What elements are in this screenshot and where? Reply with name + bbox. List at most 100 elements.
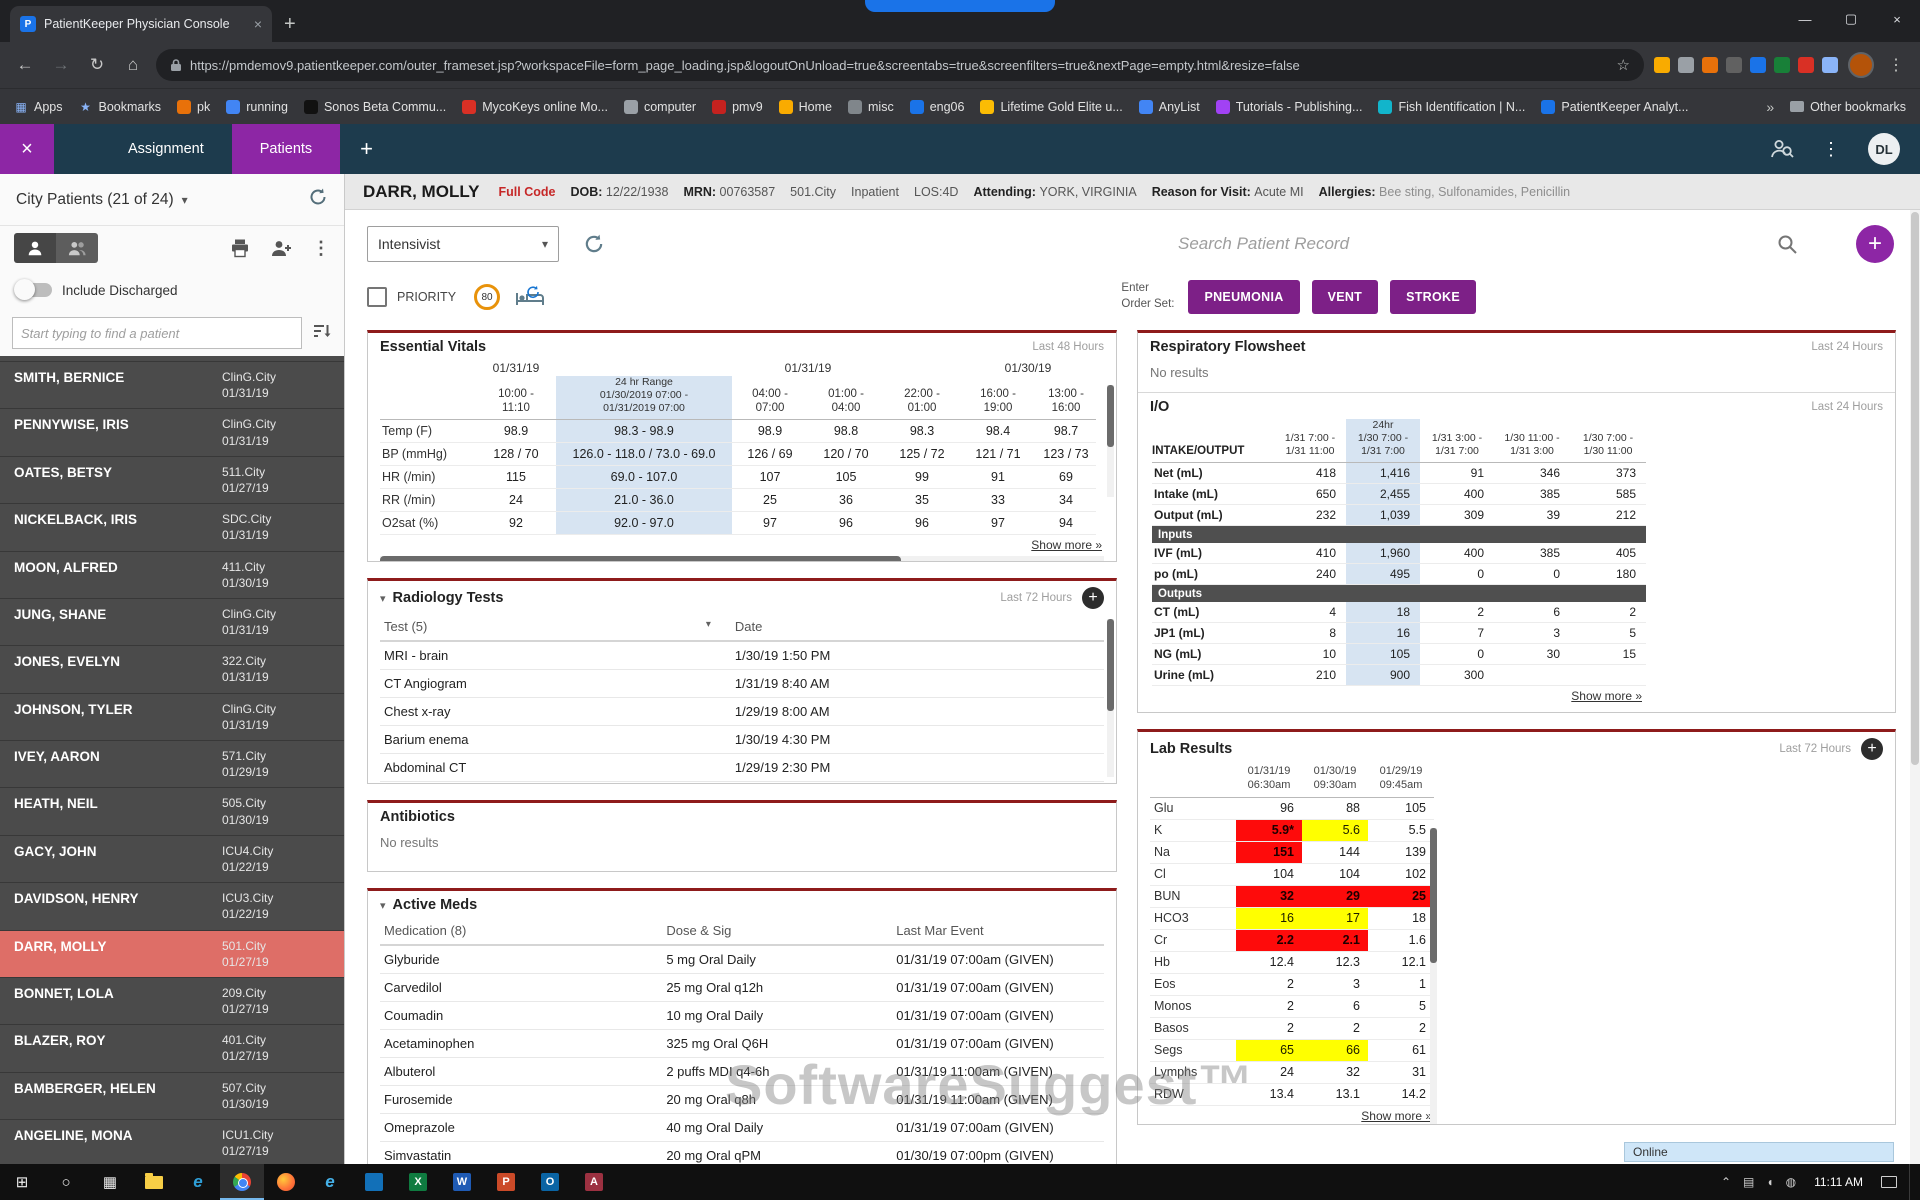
extension-icon-1[interactable] xyxy=(1654,57,1670,73)
radiology-row[interactable]: Chest x-ray1/29/19 8:00 AM xyxy=(380,698,1104,726)
bookmark-item[interactable]: misc xyxy=(848,100,894,114)
tab-patients[interactable]: Patients xyxy=(232,124,340,174)
medication-row[interactable]: Simvastatin20 mg Oral qPM01/30/19 07:00p… xyxy=(380,1142,1104,1165)
onedrive-icon[interactable]: ◍ xyxy=(1786,1175,1796,1189)
patient-list-item[interactable]: NICKELBACK, IRISSDC.City01/31/19 xyxy=(0,504,344,551)
chrome-button[interactable] xyxy=(220,1164,264,1200)
word-button[interactable]: W xyxy=(440,1164,484,1200)
collapse-caret-icon[interactable]: ▾ xyxy=(380,899,386,912)
search-button[interactable]: ○ xyxy=(44,1164,88,1200)
back-button-icon[interactable]: ← xyxy=(12,55,38,75)
tray-expand-icon[interactable]: ⌃ xyxy=(1721,1175,1731,1189)
horizontal-scrollbar[interactable] xyxy=(380,556,1104,562)
firefox-button[interactable] xyxy=(264,1164,308,1200)
browser-tab[interactable]: P PatientKeeper Physician Console × xyxy=(10,6,272,42)
bed-status-button[interactable] xyxy=(514,285,546,309)
app-menu-icon[interactable]: ⋮ xyxy=(1822,139,1840,160)
bookmark-star-icon[interactable]: ☆ xyxy=(1617,56,1630,74)
vertical-scrollbar[interactable] xyxy=(1107,619,1114,777)
order-set-button-stroke[interactable]: STROKE xyxy=(1390,280,1476,314)
radiology-row[interactable]: CT Angiogram1/31/19 8:40 AM xyxy=(380,670,1104,698)
refresh-census-button[interactable] xyxy=(308,187,328,212)
patient-search-input[interactable] xyxy=(12,317,302,349)
home-button-icon[interactable]: ⌂ xyxy=(120,55,146,75)
extension-icon-5[interactable] xyxy=(1750,57,1766,73)
medication-row[interactable]: Furosemide20 mg Oral q8h01/31/19 11:00am… xyxy=(380,1086,1104,1114)
radiology-row[interactable]: MRI - brain1/30/19 1:50 PM xyxy=(380,641,1104,670)
patient-list-item[interactable]: OATES, BETSY511.City01/27/19 xyxy=(0,457,344,504)
internet-explorer-button[interactable]: e xyxy=(308,1164,352,1200)
radiology-row[interactable]: Abdominal CT1/29/19 2:30 PM xyxy=(380,754,1104,782)
notification-center-icon[interactable] xyxy=(1881,1176,1897,1188)
column-filter-caret-icon[interactable]: ▾ xyxy=(706,619,711,630)
patient-list-item[interactable]: GACY, JOHNICU4.City01/22/19 xyxy=(0,836,344,883)
chevron-down-icon[interactable]: ▾ xyxy=(182,193,188,207)
scrollbar-thumb[interactable] xyxy=(1107,619,1114,711)
patient-list-item[interactable]: PENNYWISE, IRISClinG.City01/31/19 xyxy=(0,409,344,456)
patient-list-item[interactable]: IVEY, AARON571.City01/29/19 xyxy=(0,741,344,788)
patient-list-item[interactable]: BONNET, LOLA209.City01/27/19 xyxy=(0,978,344,1025)
patient-list-item[interactable]: JUNG, SHANEClinG.City01/31/19 xyxy=(0,599,344,646)
network-icon[interactable]: ▤ xyxy=(1743,1175,1754,1189)
main-vertical-scrollbar[interactable] xyxy=(1910,210,1920,1164)
medication-row[interactable]: Glyburide5 mg Oral Daily01/31/19 07:00am… xyxy=(380,945,1104,974)
new-tab-button[interactable]: + xyxy=(284,13,296,36)
outlook-button[interactable]: O xyxy=(528,1164,572,1200)
bookmark-item[interactable]: MycoKeys online Mo... xyxy=(462,100,608,114)
start-button[interactable]: ⊞ xyxy=(0,1164,44,1200)
patient-record-search-input[interactable] xyxy=(1178,234,1766,254)
medication-row[interactable]: Omeprazole40 mg Oral Daily01/31/19 07:00… xyxy=(380,1114,1104,1142)
app-close-button[interactable]: × xyxy=(0,124,54,174)
include-discharged-toggle[interactable] xyxy=(16,283,52,297)
extension-icon-7[interactable] xyxy=(1798,57,1814,73)
browser-menu-icon[interactable]: ⋮ xyxy=(1884,55,1908,75)
show-more-link[interactable]: Show more » xyxy=(380,535,1104,554)
bookmark-item[interactable]: running xyxy=(226,100,288,114)
show-more-link[interactable]: Show more » xyxy=(1150,1106,1434,1125)
extension-icon-2[interactable] xyxy=(1678,57,1694,73)
bookmark-item[interactable]: Sonos Beta Commu... xyxy=(304,100,446,114)
extension-icon-4[interactable] xyxy=(1726,57,1742,73)
file-explorer-button[interactable] xyxy=(132,1164,176,1200)
radiology-row[interactable]: Barium enema1/30/19 4:30 PM xyxy=(380,726,1104,754)
bookmark-item[interactable]: Home xyxy=(779,100,832,114)
bookmark-item[interactable]: eng06 xyxy=(910,100,965,114)
sidebar-menu-icon[interactable]: ⋮ xyxy=(312,238,330,259)
bookmark-item[interactable]: PatientKeeper Analyt... xyxy=(1541,100,1688,114)
patient-list-item[interactable]: DARR, MOLLY501.City01/27/19 xyxy=(0,931,344,978)
bookmark-item[interactable]: AnyList xyxy=(1139,100,1200,114)
patient-list-item[interactable]: BLAZER, ROY401.City01/27/19 xyxy=(0,1025,344,1072)
extension-icon-3[interactable] xyxy=(1702,57,1718,73)
scrollbar-thumb[interactable] xyxy=(1430,828,1437,963)
bookmark-item[interactable]: ▦Apps xyxy=(14,100,63,114)
order-set-button-vent[interactable]: VENT xyxy=(1312,280,1379,314)
patient-list-item[interactable]: JOHNSON, TYLERClinG.City01/31/19 xyxy=(0,694,344,741)
bookmark-item[interactable]: Fish Identification | N... xyxy=(1378,100,1525,114)
address-bar[interactable]: https://pmdemov9.patientkeeper.com/outer… xyxy=(156,49,1644,81)
window-maximize-button[interactable]: ▢ xyxy=(1828,0,1874,38)
reload-button-icon[interactable]: ↻ xyxy=(84,55,110,75)
print-button[interactable] xyxy=(230,238,250,258)
patient-list-item[interactable]: BAMBERGER, HELEN507.City01/30/19 xyxy=(0,1073,344,1120)
vertical-scrollbar[interactable] xyxy=(1430,828,1437,1125)
vertical-scrollbar[interactable] xyxy=(1107,385,1114,497)
view-selector[interactable]: Intensivist ▾ xyxy=(367,226,559,262)
my-patients-toggle-button[interactable] xyxy=(14,233,56,263)
window-minimize-button[interactable]: — xyxy=(1782,0,1828,38)
access-button[interactable]: A xyxy=(572,1164,616,1200)
add-record-button[interactable]: + xyxy=(1856,225,1894,263)
sort-button[interactable] xyxy=(312,322,332,345)
radiology-column-test[interactable]: Test (5)▾ xyxy=(380,613,731,641)
photos-button[interactable] xyxy=(352,1164,396,1200)
patient-list-item[interactable]: JONES, EVELYN322.City01/31/19 xyxy=(0,646,344,693)
add-lab-button[interactable]: + xyxy=(1861,738,1883,760)
forward-button-icon[interactable]: → xyxy=(48,55,74,75)
medication-row[interactable]: Carvedilol25 mg Oral q12h01/31/19 07:00a… xyxy=(380,974,1104,1002)
show-more-link[interactable]: Show more » xyxy=(1150,686,1644,705)
tab-assignment[interactable]: Assignment xyxy=(100,124,232,174)
collapse-caret-icon[interactable]: ▾ xyxy=(380,592,386,605)
patient-list-item[interactable]: HEATH, NEIL505.City01/30/19 xyxy=(0,788,344,835)
browser-profile-avatar[interactable] xyxy=(1848,52,1874,78)
bookmark-item[interactable]: computer xyxy=(624,100,696,114)
add-patient-button[interactable] xyxy=(270,238,292,258)
